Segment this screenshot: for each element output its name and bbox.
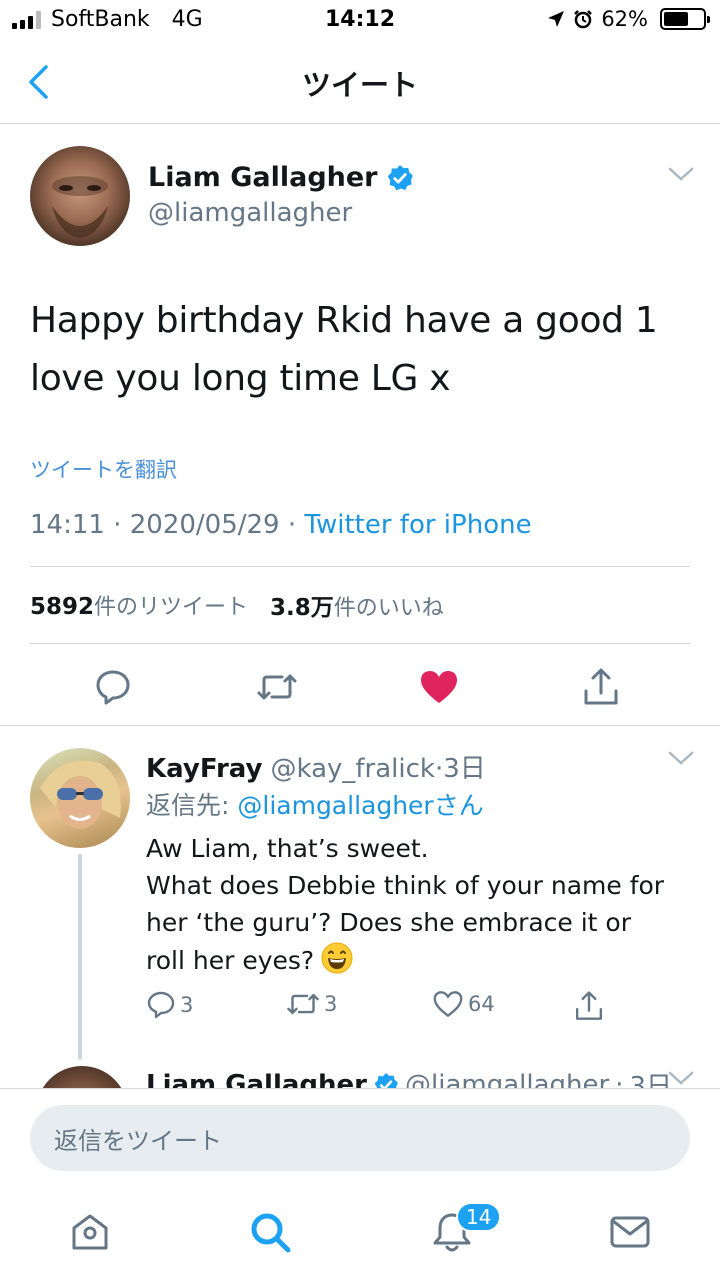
meta-separator: ·	[434, 754, 444, 784]
reply-text: Aw Liam, that’s sweet. What does Debbie …	[146, 830, 696, 979]
next-author-handle[interactable]: @liamgallagher	[405, 1070, 609, 1091]
author-name[interactable]: Liam Gallagher	[148, 162, 414, 193]
retweet-icon	[257, 674, 297, 700]
location-arrow-icon	[548, 11, 565, 27]
retweet-icon	[287, 993, 319, 1015]
avatar[interactable]	[30, 748, 130, 848]
next-author-name[interactable]: Liam Gallagher	[146, 1070, 367, 1091]
reply-retweet-button[interactable]: 3	[286, 990, 337, 1018]
search-icon	[251, 1213, 291, 1253]
meta-separator: ·	[287, 510, 305, 540]
battery-fill	[664, 12, 688, 26]
page-title: ツイート	[301, 68, 418, 102]
reply-text-line-last: roll her eyes?	[146, 941, 696, 979]
reply-reply-button[interactable]: 3	[146, 990, 193, 1020]
reply-menu-button[interactable]	[668, 750, 694, 770]
reply-replies-count: 3	[180, 993, 194, 1017]
reply-likes-count: 64	[468, 992, 495, 1016]
reply-header: KayFray @kay_fralick · 3日	[146, 748, 486, 785]
heart-icon	[433, 991, 463, 1017]
replying-to: 返信先: @liamgallagherさん	[146, 786, 484, 822]
reply-author-name[interactable]: KayFray	[146, 754, 262, 784]
replying-suffix: さん	[433, 791, 484, 820]
share-icon	[584, 668, 618, 705]
compose-area: 返信をツイート	[0, 1088, 720, 1188]
like-button[interactable]	[418, 666, 460, 708]
tweet-date: 2020/05/29	[129, 510, 280, 540]
heart-filled-icon	[421, 671, 457, 703]
retweets-count: 5892	[30, 594, 95, 620]
stats-row: 5892件のリツイート 3.8万件のいいね	[30, 566, 690, 644]
meta-separator: ·	[615, 1069, 624, 1091]
retweets-stat[interactable]: 5892件のリツイート	[30, 589, 248, 621]
author-name-text: Liam Gallagher	[148, 162, 378, 193]
translate-link[interactable]: ツイートを翻訳	[30, 454, 177, 484]
share-button[interactable]	[580, 666, 622, 708]
tab-messages[interactable]	[606, 1208, 654, 1256]
tweet-source-link[interactable]: Twitter for iPhone	[304, 510, 531, 540]
author-handle[interactable]: @liamgallagher	[148, 198, 352, 228]
grinning-emoji-icon	[321, 942, 353, 974]
alarm-icon	[574, 10, 593, 29]
reply-text-line: Aw Liam, that’s sweet.	[146, 834, 429, 863]
mail-icon	[610, 1216, 650, 1248]
share-icon	[575, 991, 603, 1020]
replying-prefix: 返信先:	[146, 791, 238, 820]
reply-retweets-count: 3	[324, 992, 338, 1016]
tweet-text: Happy birthday Rkid have a good 1 love y…	[30, 292, 690, 408]
reply-button[interactable]	[92, 666, 134, 708]
notifications-badge: 14	[456, 1202, 502, 1232]
likes-stat[interactable]: 3.8万件のいいね	[270, 588, 444, 622]
battery-percent: 62%	[601, 7, 648, 31]
thread-line	[78, 854, 82, 1060]
likes-count: 3.8万	[270, 595, 334, 621]
battery-icon	[660, 8, 710, 30]
home-icon	[72, 1214, 108, 1250]
tab-search[interactable]	[246, 1208, 294, 1256]
verified-badge-icon	[387, 164, 413, 190]
reply-actions: 3 3 64	[146, 990, 686, 1030]
replying-mention[interactable]: @liamgallagher	[237, 791, 433, 820]
status-right: 62%	[547, 7, 710, 31]
chevron-down-icon	[668, 1071, 694, 1085]
next-tweet-age: 3日	[629, 1072, 673, 1090]
reply-text-line: roll her eyes?	[146, 946, 315, 975]
tweet-actions	[0, 660, 720, 712]
retweets-label: 件のリツイート	[94, 595, 249, 620]
likes-label: 件のいいね	[333, 596, 444, 621]
tweet-text-line2: love you long time LG x	[30, 358, 451, 399]
tweet-menu-button[interactable]	[668, 166, 694, 186]
next-tweet[interactable]: Liam Gallagher @liamgallagher · 3日	[0, 1060, 720, 1090]
reply-icon	[96, 670, 130, 705]
tab-bar: 14	[0, 1188, 720, 1280]
tweet-text-line1: Happy birthday Rkid have a good 1	[30, 300, 658, 341]
next-tweet-header: Liam Gallagher @liamgallagher · 3日	[146, 1066, 672, 1090]
chevron-down-icon	[668, 751, 694, 765]
reply-compose-input[interactable]: 返信をツイート	[30, 1105, 690, 1171]
reply-share-button[interactable]	[574, 990, 604, 1022]
main-tweet: Liam Gallagher @liamgallagher Happy birt…	[0, 124, 720, 726]
avatar[interactable]	[30, 146, 130, 246]
meta-separator: ·	[113, 510, 130, 540]
reply-like-button[interactable]: 64	[432, 990, 495, 1018]
nav-bar: ツイート	[0, 40, 720, 124]
reply-age: 3日	[443, 754, 486, 784]
reply-text-line: her ‘the guru’? Does she embrace it or	[146, 908, 632, 937]
tab-home[interactable]	[66, 1208, 114, 1256]
next-tweet-menu-button[interactable]	[668, 1070, 694, 1090]
reply-text-line: What does Debbie think of your name for	[146, 871, 665, 900]
status-bar: SoftBank 4G 14:12 62%	[0, 0, 720, 40]
retweet-button[interactable]	[256, 666, 298, 708]
reply-tweet[interactable]: KayFray @kay_fralick · 3日 返信先: @liamgall…	[0, 726, 720, 1086]
reply-icon	[147, 991, 175, 1019]
chevron-down-icon	[668, 167, 694, 181]
avatar[interactable]	[36, 1066, 128, 1090]
tweet-time: 14:11	[30, 510, 105, 540]
reply-author-handle[interactable]: @kay_fralick	[270, 754, 435, 784]
tweet-meta: 14:11 · 2020/05/29 · Twitter for iPhone	[30, 510, 532, 540]
